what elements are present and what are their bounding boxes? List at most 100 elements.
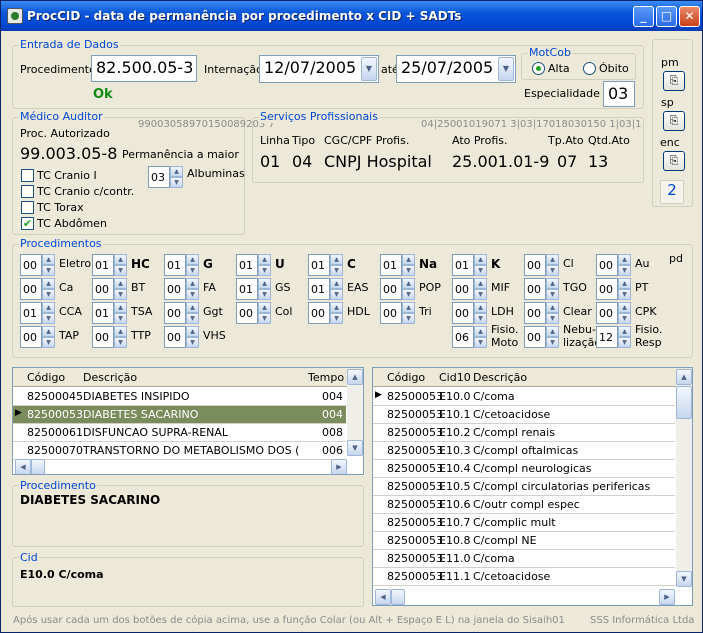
- title-bar[interactable]: ProcCID - data de permanência por proced…: [1, 1, 702, 31]
- down-arrow-icon[interactable]: ▼: [258, 265, 271, 276]
- up-arrow-icon[interactable]: ▲: [618, 254, 631, 265]
- up-arrow-icon[interactable]: ▲: [330, 254, 343, 265]
- proc-spinner-value[interactable]: 01: [92, 254, 114, 276]
- copy-sp-button[interactable]: ⎘: [663, 111, 685, 131]
- proc-updown[interactable]: ▲ ▼: [42, 302, 55, 324]
- proc-updown[interactable]: ▲ ▼: [474, 278, 487, 300]
- proc-spinner-value[interactable]: 00: [524, 254, 546, 276]
- down-arrow-icon[interactable]: ▼: [402, 289, 415, 300]
- col-codigo[interactable]: Código: [387, 371, 425, 384]
- proc-updown[interactable]: ▲ ▼: [546, 254, 559, 276]
- up-arrow-icon[interactable]: ▲: [546, 254, 559, 265]
- table-row[interactable]: 82500053 E10.2 C/compl renais: [373, 424, 675, 442]
- proc-updown[interactable]: ▲ ▼: [618, 254, 631, 276]
- down-arrow-icon[interactable]: ▼: [114, 289, 127, 300]
- proc-updown[interactable]: ▲ ▼: [618, 326, 631, 348]
- h-scroll-thumb[interactable]: [391, 589, 405, 605]
- proc-updown[interactable]: ▲ ▼: [258, 278, 271, 300]
- up-arrow-icon[interactable]: ▲: [186, 302, 199, 313]
- up-arrow-icon[interactable]: ▲: [186, 278, 199, 289]
- table-row[interactable]: 82500045 DIABETES INSIPIDO 004: [13, 388, 346, 406]
- up-arrow-icon[interactable]: ▲: [402, 278, 415, 289]
- up-arrow-icon[interactable]: ▲: [330, 302, 343, 313]
- up-arrow-icon[interactable]: ▲: [618, 302, 631, 313]
- proc-spinner-value[interactable]: 00: [236, 302, 258, 324]
- proc-updown[interactable]: ▲ ▼: [474, 254, 487, 276]
- up-arrow-icon[interactable]: ▲: [170, 166, 183, 177]
- table-row[interactable]: 82500053 E10.4 C/compl neurologicas: [373, 460, 675, 478]
- minimize-button[interactable]: _: [633, 6, 654, 27]
- alta-radio[interactable]: [532, 62, 545, 75]
- obito-radio[interactable]: [583, 62, 596, 75]
- down-arrow-icon[interactable]: ▼: [114, 337, 127, 348]
- proc-updown[interactable]: ▲ ▼: [114, 254, 127, 276]
- col-descricao[interactable]: Descrição: [83, 371, 137, 384]
- up-arrow-icon[interactable]: ▲: [330, 278, 343, 289]
- down-arrow-icon[interactable]: ▼: [42, 289, 55, 300]
- proc-updown[interactable]: ▲ ▼: [258, 254, 271, 276]
- proc-updown[interactable]: ▲ ▼: [42, 326, 55, 348]
- down-arrow-icon[interactable]: ▼: [186, 265, 199, 276]
- proc-updown[interactable]: ▲ ▼: [186, 278, 199, 300]
- proc-spinner-value[interactable]: 00: [380, 278, 402, 300]
- proc-updown[interactable]: ▲ ▼: [618, 302, 631, 324]
- tc-cranio-checkbox[interactable]: [21, 169, 34, 182]
- up-arrow-icon[interactable]: ▲: [42, 302, 55, 313]
- ate-date[interactable]: 25/07/2005 ▼: [396, 55, 516, 83]
- proc-spinner-value[interactable]: 00: [596, 254, 618, 276]
- v-scroll-thumb[interactable]: [676, 386, 692, 419]
- up-arrow-icon[interactable]: ▲: [42, 326, 55, 337]
- proc-updown[interactable]: ▲ ▼: [546, 302, 559, 324]
- down-arrow-icon[interactable]: ▼: [618, 337, 631, 348]
- cid-grid[interactable]: Código Cid10 Descrição ▶ 82500053 E10.0 C/c…: [372, 367, 693, 606]
- proc-updown[interactable]: ▲ ▼: [402, 278, 415, 300]
- down-arrow-icon[interactable]: ▼: [618, 289, 631, 300]
- up-arrow-icon[interactable]: ▲: [114, 254, 127, 265]
- down-arrow-icon[interactable]: ▼: [474, 337, 487, 348]
- up-arrow-icon[interactable]: ▲: [114, 326, 127, 337]
- down-arrow-icon[interactable]: ▼: [546, 289, 559, 300]
- down-arrow-icon[interactable]: ▼: [474, 313, 487, 324]
- up-arrow-icon[interactable]: ▲: [186, 254, 199, 265]
- close-button[interactable]: ✕: [679, 6, 700, 27]
- down-arrow-icon[interactable]: ▼: [258, 289, 271, 300]
- down-arrow-icon[interactable]: ▼: [114, 313, 127, 324]
- up-arrow-icon[interactable]: ▲: [546, 278, 559, 289]
- down-arrow-icon[interactable]: ▼: [330, 289, 343, 300]
- col-tempo[interactable]: Tempo: [308, 371, 344, 384]
- down-arrow-icon[interactable]: ▼: [330, 265, 343, 276]
- proc-spinner-value[interactable]: 01: [452, 254, 474, 276]
- scroll-left-icon[interactable]: ◀: [375, 589, 391, 605]
- table-row[interactable]: 82500053 E10.3 C/compl oftalmicas: [373, 442, 675, 460]
- scroll-up-icon[interactable]: ▲: [676, 369, 692, 385]
- proc-spinner-value[interactable]: 01: [380, 254, 402, 276]
- proc-spinner-value[interactable]: 01: [236, 278, 258, 300]
- scroll-up-icon[interactable]: ▲: [347, 369, 363, 385]
- proc-spinner-value[interactable]: 00: [524, 326, 546, 348]
- down-arrow-icon[interactable]: ▼: [474, 265, 487, 276]
- proc-updown[interactable]: ▲ ▼: [42, 254, 55, 276]
- proc-spinner-value[interactable]: 00: [380, 302, 402, 324]
- down-arrow-icon[interactable]: ▼: [186, 289, 199, 300]
- down-arrow-icon[interactable]: ▼: [42, 313, 55, 324]
- proc-spinner-value[interactable]: 01: [236, 254, 258, 276]
- up-arrow-icon[interactable]: ▲: [618, 326, 631, 337]
- proc-updown[interactable]: ▲ ▼: [42, 278, 55, 300]
- proc-spinner-value[interactable]: 00: [452, 302, 474, 324]
- proc-spinner-value[interactable]: 00: [596, 302, 618, 324]
- albuminas-value[interactable]: 03: [148, 166, 170, 188]
- maximize-button[interactable]: □: [656, 6, 677, 27]
- col-codigo[interactable]: Código: [27, 371, 65, 384]
- proc-updown[interactable]: ▲ ▼: [402, 254, 415, 276]
- proc-spinner-value[interactable]: 00: [452, 278, 474, 300]
- procedimento-grid[interactable]: Código Descrição Tempo 82500045 DIABETES …: [12, 367, 364, 475]
- up-arrow-icon[interactable]: ▲: [42, 254, 55, 265]
- up-arrow-icon[interactable]: ▲: [186, 326, 199, 337]
- tc-cranio-contr-checkbox[interactable]: [21, 185, 34, 198]
- proc-updown[interactable]: ▲ ▼: [114, 278, 127, 300]
- down-arrow-icon[interactable]: ▼: [474, 289, 487, 300]
- down-arrow-icon[interactable]: ▼: [114, 265, 127, 276]
- up-arrow-icon[interactable]: ▲: [402, 302, 415, 313]
- h-scroll-thumb[interactable]: [31, 459, 45, 474]
- table-row[interactable]: ▶ 82500053 DIABETES SACARINO 004: [13, 406, 346, 424]
